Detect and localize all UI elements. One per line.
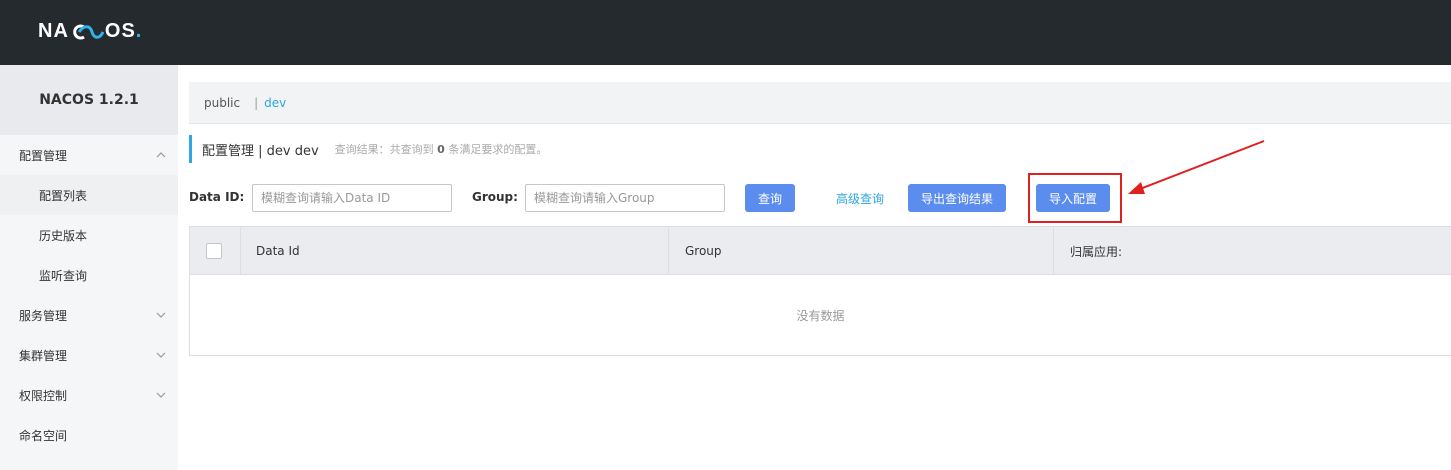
sidebar-group-label: 配置管理 <box>19 148 68 163</box>
logo-text-a: NA <box>38 20 69 42</box>
select-all-checkbox[interactable] <box>206 243 222 259</box>
namespace-separator: | <box>254 95 259 110</box>
advanced-query-link[interactable]: 高级查询 <box>836 190 884 207</box>
column-app[interactable]: 归属应用: <box>1054 227 1451 275</box>
group-label: Group: <box>472 190 518 204</box>
namespace-dev[interactable]: dev <box>264 96 286 110</box>
sidebar-item-label: 历史版本 <box>39 228 88 243</box>
logo-text-b: OS <box>104 20 136 42</box>
data-id-label: Data ID: <box>189 190 245 204</box>
page-title: 配置管理 | dev dev <box>202 143 319 159</box>
select-all-cell <box>190 227 241 275</box>
sidebar-group-cluster[interactable]: 集群管理 <box>0 335 178 375</box>
column-group[interactable]: Group <box>669 227 1054 275</box>
sidebar-group-service[interactable]: 服务管理 <box>0 295 178 335</box>
sidebar-item-history[interactable]: 历史版本 <box>0 215 178 255</box>
data-id-input[interactable] <box>252 184 452 212</box>
sidebar-item-listener-query[interactable]: 监听查询 <box>0 255 178 295</box>
config-table: Data Id Group 归属应用: 没有数据 <box>189 226 1451 356</box>
page-header: 配置管理 | dev dev 查询结果：共查询到 0 条满足要求的配置。 <box>189 135 547 163</box>
chevron-down-icon <box>156 352 166 358</box>
sidebar-group-label: 集群管理 <box>19 348 68 363</box>
sidebar-group-namespace[interactable]: 命名空间 <box>0 415 178 455</box>
export-results-button[interactable]: 导出查询结果 <box>908 184 1006 212</box>
import-button-highlight-box <box>1028 173 1122 223</box>
chevron-down-icon <box>156 312 166 318</box>
query-result-hint: 查询结果：共查询到 0 条满足要求的配置。 <box>335 141 548 157</box>
table-header: Data Id Group 归属应用: <box>190 227 1451 275</box>
namespace-public[interactable]: public <box>204 96 240 110</box>
result-count: 0 <box>437 143 445 156</box>
filter-bar: Data ID: Group: 查询 高级查询 导出查询结果 导入配置 <box>189 184 1451 212</box>
sidebar-group-label: 权限控制 <box>19 388 68 403</box>
sidebar-item-label: 监听查询 <box>39 268 88 283</box>
empty-table-message: 没有数据 <box>796 308 845 323</box>
sidebar-item-label: 配置列表 <box>39 188 88 203</box>
top-navbar: NA OS . <box>0 0 1451 65</box>
sidebar-item-config-list[interactable]: 配置列表 <box>0 175 178 215</box>
search-button[interactable]: 查询 <box>745 184 795 212</box>
nacos-logo[interactable]: NA OS . <box>38 20 142 43</box>
logo-c-icon <box>73 24 104 39</box>
sidebar-group-config[interactable]: 配置管理 <box>0 135 178 175</box>
namespace-bar: public | dev <box>189 82 1451 124</box>
chevron-down-icon <box>156 392 166 398</box>
hint-prefix: 查询结果：共查询到 <box>334 143 434 156</box>
group-input[interactable] <box>525 184 725 212</box>
sidebar-group-permission[interactable]: 权限控制 <box>0 375 178 415</box>
hint-suffix: 条满足要求的配置。 <box>448 143 548 156</box>
chevron-up-icon <box>156 152 166 158</box>
sidebar-group-label: 服务管理 <box>19 308 68 323</box>
sidebar-group-label: 命名空间 <box>19 428 68 443</box>
sidebar: NACOS 1.2.1 配置管理 配置列表 历史版本 监听查询 服务管理 集群管… <box>0 65 178 470</box>
logo-dot: . <box>135 20 143 42</box>
column-data-id[interactable]: Data Id <box>241 227 669 275</box>
sidebar-title: NACOS 1.2.1 <box>0 65 178 135</box>
